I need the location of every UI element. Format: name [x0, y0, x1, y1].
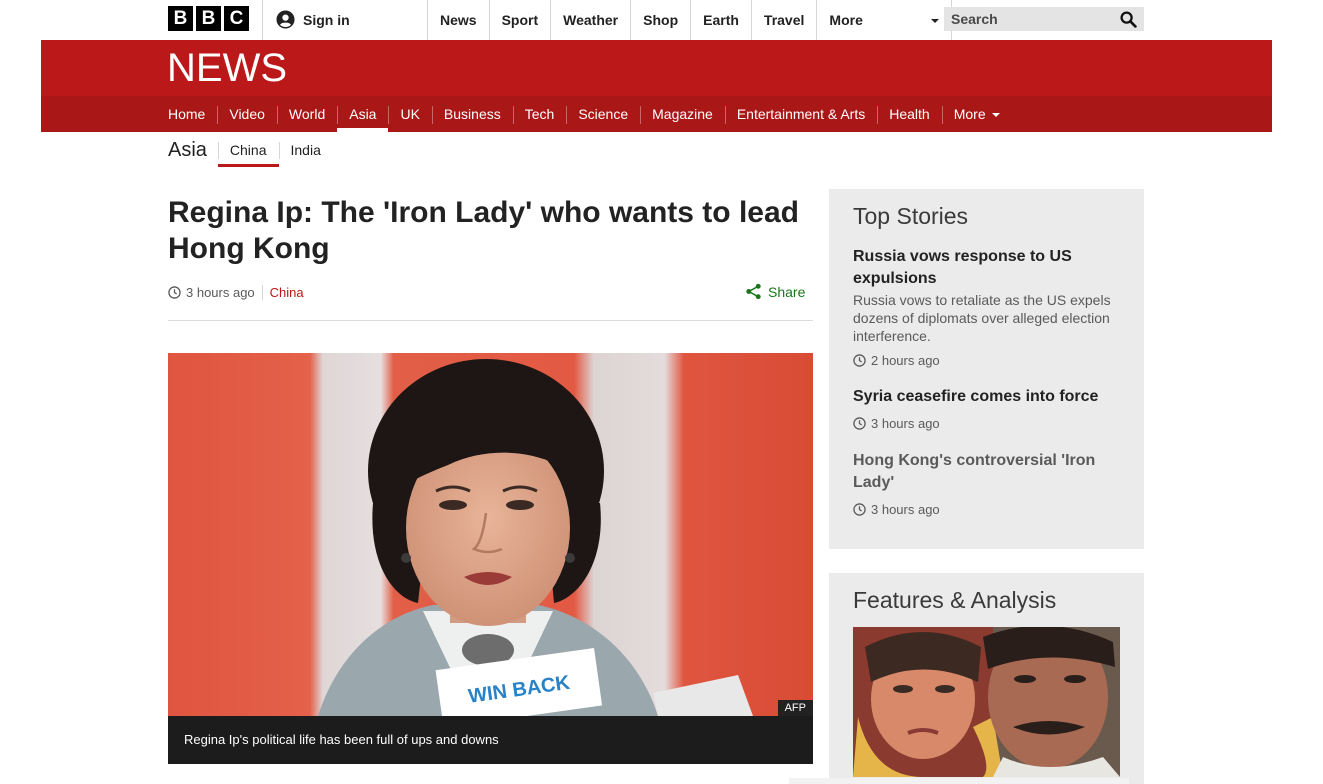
- bottom-strip: [789, 778, 1129, 784]
- global-nav-more-label: More: [829, 12, 863, 28]
- global-nav-news[interactable]: News: [427, 0, 489, 40]
- search-box: [944, 7, 1144, 31]
- top-story-item[interactable]: Syria ceasefire comes into force 3 hours…: [853, 386, 1123, 431]
- article-main-image[interactable]: WIN BACK AFP: [168, 353, 813, 716]
- sub-section-nav: Asia China India: [168, 137, 333, 167]
- article-headline: Regina Ip: The 'Iron Lady' who wants to …: [168, 196, 799, 265]
- section-nav-magazine[interactable]: Magazine: [640, 96, 725, 132]
- portrait-image: WIN BACK: [168, 353, 813, 716]
- section-title[interactable]: Asia: [168, 137, 218, 163]
- clock-icon: [853, 354, 866, 367]
- top-story-time: 3 hours ago: [853, 416, 1123, 431]
- section-nav-world[interactable]: World: [276, 96, 337, 132]
- sign-in-link[interactable]: Sign in: [276, 10, 350, 29]
- sub-nav-india[interactable]: India: [278, 137, 333, 167]
- global-nav-weather[interactable]: Weather: [550, 0, 630, 40]
- global-nav: News Sport Weather Shop Earth Travel Mor…: [427, 0, 953, 40]
- section-nav-more-label: More: [953, 106, 986, 122]
- feature-image[interactable]: [853, 627, 1120, 777]
- bbc-logo-letter: B: [168, 6, 193, 31]
- global-nav-shop[interactable]: Shop: [630, 0, 690, 40]
- search-input[interactable]: [951, 11, 1101, 27]
- share-icon: [746, 283, 761, 300]
- top-stories-panel: Top Stories Russia vows response to US e…: [829, 189, 1144, 549]
- section-nav-more[interactable]: More: [941, 96, 1012, 132]
- features-title: Features & Analysis: [853, 587, 1057, 613]
- top-story-time: 3 hours ago: [853, 502, 1123, 517]
- bbc-logo[interactable]: B B C: [168, 6, 249, 31]
- section-nav-entertainment-arts[interactable]: Entertainment & Arts: [724, 96, 877, 132]
- section-nav-uk[interactable]: UK: [388, 96, 431, 132]
- global-nav-sport[interactable]: Sport: [488, 0, 551, 40]
- section-nav: Home Video World Asia UK Business Tech S…: [41, 96, 1272, 132]
- global-nav-travel[interactable]: Travel: [750, 0, 816, 40]
- sign-in-label: Sign in: [303, 11, 350, 28]
- top-story-time-label: 3 hours ago: [871, 416, 940, 431]
- couple-photo: [853, 627, 1120, 777]
- search-icon[interactable]: [1120, 10, 1137, 28]
- article-divider: [168, 320, 813, 321]
- header-divider: [262, 0, 263, 40]
- top-story-time-label: 2 hours ago: [871, 353, 940, 368]
- news-logo[interactable]: NEWS: [167, 48, 287, 88]
- chevron-down-icon: [931, 19, 940, 23]
- image-caption: Regina Ip's political life has been full…: [168, 716, 813, 764]
- clock-icon: [168, 286, 181, 299]
- user-account-icon: [276, 10, 295, 29]
- global-nav-more[interactable]: More: [816, 0, 953, 40]
- top-story-title[interactable]: Syria ceasefire comes into force: [853, 386, 1123, 408]
- bbc-global-header: B B C Sign in News Sport Weather Shop Ea…: [0, 0, 1323, 40]
- share-button[interactable]: Share: [745, 283, 805, 300]
- section-nav-video[interactable]: Video: [217, 96, 277, 132]
- top-story-time-label: 3 hours ago: [871, 502, 940, 517]
- features-analysis-panel: Features & Analysis: [829, 573, 1144, 784]
- top-story-time: 2 hours ago: [853, 353, 1123, 368]
- global-nav-earth[interactable]: Earth: [690, 0, 751, 40]
- clock-icon: [853, 503, 866, 516]
- top-story-title[interactable]: Hong Kong's controversial 'Iron Lady': [853, 450, 1123, 494]
- article-tag-link[interactable]: China: [261, 285, 304, 300]
- sub-nav-china[interactable]: China: [217, 137, 279, 167]
- image-credit: AFP: [777, 700, 813, 716]
- top-story-summary: Russia vows to retaliate as the US expel…: [853, 292, 1111, 344]
- section-nav-home[interactable]: Home: [156, 96, 217, 132]
- share-label: Share: [768, 283, 806, 300]
- top-story-item[interactable]: Hong Kong's controversial 'Iron Lady' 3 …: [853, 450, 1123, 517]
- section-nav-asia[interactable]: Asia: [337, 96, 389, 132]
- article-time: 3 hours ago: [186, 285, 255, 300]
- bbc-logo-letter: B: [196, 6, 221, 31]
- top-stories-title: Top Stories: [853, 203, 969, 229]
- chevron-down-icon: [991, 113, 1000, 117]
- section-nav-business[interactable]: Business: [431, 96, 513, 132]
- bbc-logo-letter: C: [224, 6, 249, 31]
- top-story-title[interactable]: Russia vows response to US expulsions: [853, 246, 1123, 290]
- article-meta: 3 hours ago China: [168, 285, 304, 300]
- clock-icon: [853, 417, 866, 430]
- section-nav-science[interactable]: Science: [566, 96, 640, 132]
- section-nav-tech[interactable]: Tech: [512, 96, 567, 132]
- news-banner: NEWS Home Video World Asia UK Business T…: [41, 40, 1272, 132]
- top-story-item[interactable]: Russia vows response to US expulsions Ru…: [853, 246, 1123, 368]
- section-nav-health[interactable]: Health: [877, 96, 941, 132]
